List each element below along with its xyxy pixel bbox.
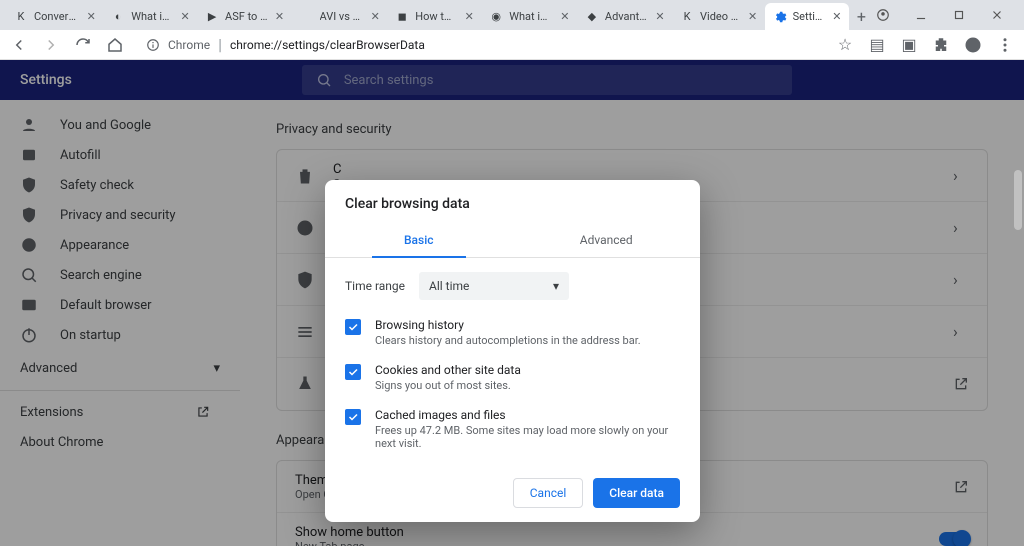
close-icon[interactable]: ✕ bbox=[654, 11, 666, 23]
browser-tab[interactable]: ▶ ASF to MP ✕ bbox=[197, 3, 291, 30]
back-button[interactable] bbox=[10, 36, 28, 54]
favicon-icon: K bbox=[14, 10, 28, 24]
gear-icon bbox=[773, 10, 787, 24]
checkbox-primary: Cookies and other site data bbox=[375, 363, 521, 377]
chevron-down-icon: ▾ bbox=[553, 279, 559, 293]
maximize-button[interactable] bbox=[950, 6, 968, 24]
tab-label: Basic bbox=[404, 233, 434, 247]
extensions-menu-icon[interactable] bbox=[932, 36, 950, 54]
translate-icon[interactable]: ▤ bbox=[868, 36, 886, 54]
tab-title: Video Rep bbox=[700, 10, 741, 23]
browser-tab[interactable]: ◉ What is AS ✕ bbox=[481, 3, 577, 30]
favicon-icon: ◆ bbox=[585, 10, 599, 24]
minimize-button[interactable] bbox=[912, 6, 930, 24]
clear-browsing-data-dialog: Clear browsing data Basic Advanced Time … bbox=[325, 180, 700, 522]
forward-button[interactable] bbox=[42, 36, 60, 54]
checkbox-row[interactable]: Cached images and files Frees up 47.2 MB.… bbox=[345, 408, 680, 450]
extension-icon[interactable]: ▣ bbox=[900, 36, 918, 54]
divider: | bbox=[218, 35, 222, 54]
browser-toolbar: Chrome | chrome://settings/clearBrowserD… bbox=[0, 30, 1024, 60]
favicon-icon: ◉ bbox=[489, 10, 503, 24]
browser-tab[interactable]: ◆ Advantage ✕ bbox=[577, 3, 672, 30]
browser-tab[interactable]: Settings ✕ bbox=[765, 3, 849, 30]
toolbar-actions: ☆ ▤ ▣ bbox=[836, 36, 1014, 54]
profile-avatar[interactable] bbox=[964, 36, 982, 54]
checkbox-secondary: Signs you out of most sites. bbox=[375, 379, 521, 392]
checkbox-secondary: Clears history and autocompletions in th… bbox=[375, 334, 641, 347]
select-value: All time bbox=[429, 279, 469, 293]
favicon-icon: ◐ bbox=[111, 10, 125, 24]
close-icon[interactable]: ✕ bbox=[85, 11, 97, 23]
close-icon[interactable]: ✕ bbox=[369, 11, 381, 23]
favicon-icon: ◼ bbox=[395, 10, 409, 24]
tab-label: Advanced bbox=[580, 233, 633, 247]
close-icon[interactable]: ✕ bbox=[463, 11, 475, 23]
dialog-title: Clear browsing data bbox=[325, 180, 700, 222]
reload-button[interactable] bbox=[74, 36, 92, 54]
checkbox-checked[interactable] bbox=[345, 364, 361, 380]
tab-title: How to Co bbox=[415, 10, 457, 23]
browser-tab[interactable]: K Convert 3G ✕ bbox=[6, 3, 103, 30]
checkbox-checked[interactable] bbox=[345, 409, 361, 425]
close-icon[interactable]: ✕ bbox=[831, 11, 843, 23]
scrollbar[interactable] bbox=[1014, 170, 1022, 230]
browser-tab[interactable]: K Video Rep ✕ bbox=[672, 3, 765, 30]
tab-title: ASF to MP bbox=[225, 10, 267, 23]
browser-tab[interactable]: ◐ What is as ✕ bbox=[103, 3, 197, 30]
new-tab-button[interactable]: + bbox=[849, 2, 874, 30]
favicon-icon: ▶ bbox=[205, 10, 219, 24]
tab-title: What is AS bbox=[509, 10, 553, 23]
checkbox-checked[interactable] bbox=[345, 319, 361, 335]
cancel-button[interactable]: Cancel bbox=[513, 478, 584, 508]
browser-tab-strip: K Convert 3G ✕ ◐ What is as ✕ ▶ ASF to MP ✕ AV… bbox=[0, 0, 1024, 30]
close-icon[interactable]: ✕ bbox=[559, 11, 571, 23]
address-bar[interactable]: Chrome | chrome://settings/clearBrowserD… bbox=[138, 34, 822, 56]
time-range-label: Time range bbox=[345, 279, 405, 293]
checkbox-primary: Browsing history bbox=[375, 318, 641, 332]
time-range-select[interactable]: All time ▾ bbox=[419, 272, 569, 300]
dialog-tabs: Basic Advanced bbox=[325, 222, 700, 258]
site-info-icon[interactable] bbox=[146, 38, 160, 52]
chrome-menu-icon[interactable] bbox=[996, 36, 1014, 54]
checkbox-row[interactable]: Cookies and other site data Signs you out… bbox=[345, 363, 680, 392]
account-icon[interactable] bbox=[874, 6, 892, 24]
tab-basic[interactable]: Basic bbox=[325, 222, 513, 257]
button-label: Clear data bbox=[609, 486, 664, 500]
omnibox-path: chrome://settings/clearBrowserData bbox=[230, 38, 425, 52]
home-button[interactable] bbox=[106, 36, 124, 54]
tab-advanced[interactable]: Advanced bbox=[513, 222, 701, 257]
checkbox-row[interactable]: Browsing history Clears history and autoc… bbox=[345, 318, 680, 347]
favicon-icon bbox=[300, 10, 314, 24]
clear-data-button[interactable]: Clear data bbox=[593, 478, 680, 508]
tab-title: What is as bbox=[131, 10, 173, 23]
checkbox-primary: Cached images and files bbox=[375, 408, 680, 422]
close-icon[interactable]: ✕ bbox=[274, 11, 286, 23]
omnibox-host: Chrome bbox=[168, 38, 210, 52]
browser-tab[interactable]: AVI vs ASF ✕ bbox=[292, 3, 388, 30]
settings-page: Settings You and Google Autofill Safety … bbox=[0, 60, 1024, 546]
tab-title: Settings bbox=[793, 10, 825, 23]
favicon-icon: K bbox=[680, 10, 694, 24]
checkbox-secondary: Frees up 47.2 MB. Some sites may load mo… bbox=[375, 424, 680, 450]
close-icon[interactable]: ✕ bbox=[179, 11, 191, 23]
tab-title: AVI vs ASF bbox=[320, 10, 364, 23]
tab-title: Convert 3G bbox=[34, 10, 79, 23]
tab-title: Advantage bbox=[605, 10, 648, 23]
close-window-button[interactable] bbox=[988, 6, 1006, 24]
close-icon[interactable]: ✕ bbox=[747, 11, 759, 23]
browser-tab[interactable]: ◼ How to Co ✕ bbox=[387, 3, 481, 30]
button-label: Cancel bbox=[530, 486, 567, 500]
window-controls bbox=[874, 0, 1018, 30]
bookmark-icon[interactable]: ☆ bbox=[836, 36, 854, 54]
